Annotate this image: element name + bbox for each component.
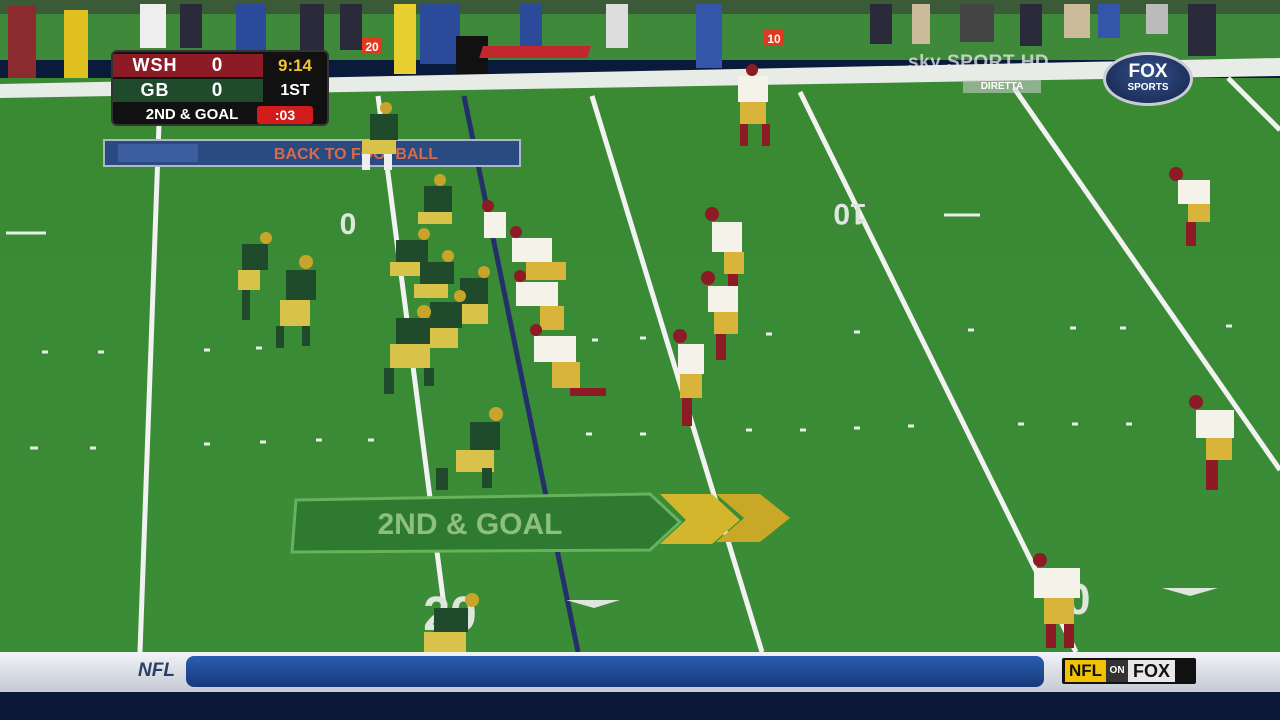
bottom-ticker: NFL NFL ON FOX: [0, 652, 1280, 692]
away-team-name: WSH: [132, 55, 178, 75]
pylon-marker-20: 20: [365, 40, 379, 54]
nfl-logo-text: NFL: [1065, 660, 1107, 682]
fox-ticker-logo-text: FOX: [1128, 660, 1176, 682]
broadcast-frame: 20 10 BACK TO FOOTBALL 0 10 20 10 2ND & …: [0, 0, 1280, 720]
fox-logo-text: FOX: [1128, 61, 1168, 82]
away-team-row: WSH 0: [113, 54, 263, 77]
down-graphic-text: 2ND & GOAL: [377, 508, 562, 541]
nfl-on-fox-logo: NFL ON FOX: [1062, 658, 1196, 684]
quarter: 1ST: [280, 82, 310, 99]
yard-number-goal: 0: [340, 208, 357, 241]
banner-text: BACK TO FOOTBALL: [274, 146, 438, 163]
fox-sports-logo: FOX SPORTS: [1103, 52, 1193, 106]
ticker-label: NFL: [138, 660, 175, 681]
ticker-bar: [186, 656, 1044, 687]
diretta-label: DIRETTA: [963, 80, 1041, 93]
play-clock: :03: [257, 106, 313, 124]
on-logo-text: ON: [1106, 660, 1129, 682]
away-team-score: 0: [211, 54, 223, 76]
home-team-row: GB 0: [113, 79, 263, 102]
pylon-marker-10: 10: [767, 32, 781, 46]
home-team-score: 0: [211, 79, 223, 101]
back-to-football-banner: BACK TO FOOTBALL: [103, 139, 521, 167]
ticker-bottom-strip: [0, 692, 1280, 720]
down-and-distance: 2ND & GOAL: [145, 106, 239, 123]
sky-sport-hd-logo: sky SPORT HD: [908, 52, 1050, 73]
game-clock: 9:14: [277, 56, 313, 75]
sports-logo-text: SPORTS: [1127, 82, 1169, 93]
home-team-name: GB: [140, 80, 170, 100]
sideline-banner: [479, 46, 592, 58]
yard-number-10-far: 10: [833, 197, 866, 230]
scoreboard: WSH 0 GB 0 9:14 1ST 2ND & GOAL :03: [111, 50, 329, 126]
